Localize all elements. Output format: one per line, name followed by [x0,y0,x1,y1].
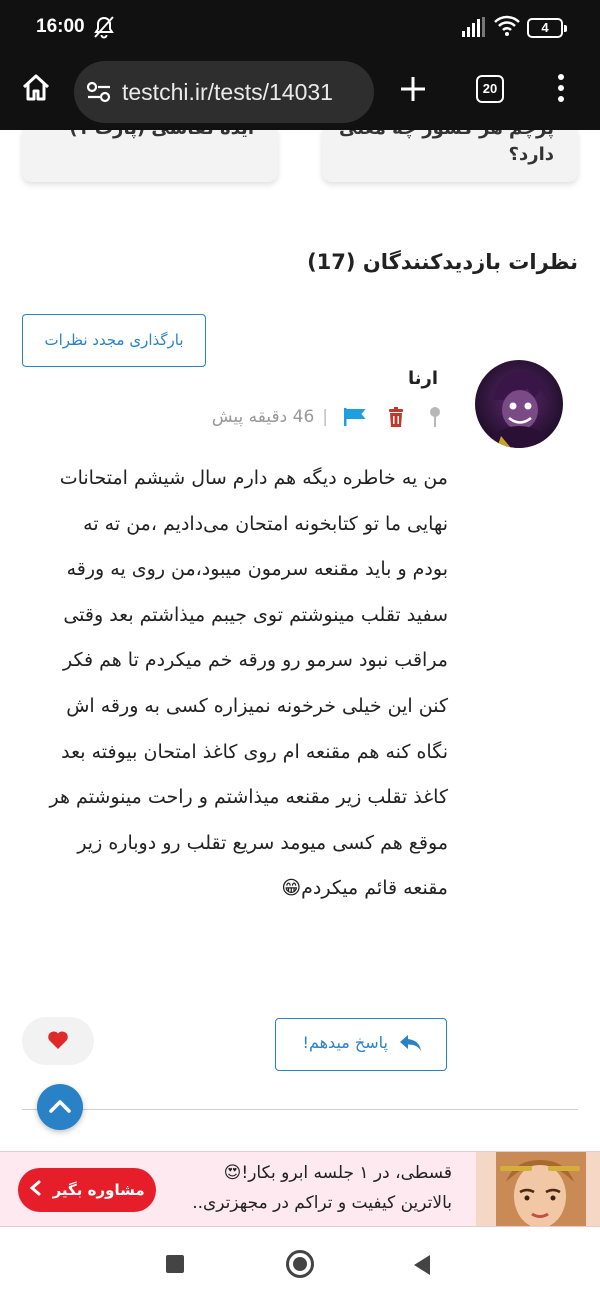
flag-icon[interactable] [344,408,366,430]
browser-toolbar: testchi.ir/tests/14031 20 [0,56,600,130]
pin-icon[interactable] [428,406,442,432]
divider [22,1109,578,1110]
related-test-title: ایده نقاشی (پارت ۱) [34,130,254,142]
bell-off-icon [93,15,115,43]
wifi-icon [494,15,520,41]
ad-cta-label: مشاوره بگیر [52,1181,145,1199]
comment-body: من یه خاطره دیگه هم دارم سال شیشم امتحان… [49,467,448,900]
related-test-title: پرچم هر کشور چه معنی دارد؟ [339,130,554,165]
ad-subline: بالاترین کیفیت و تراکم در مجهزتری.. [192,1193,452,1213]
ad-banner[interactable]: قسطی، در ۱ جلسه ابرو بکار!😍 بالاترین کیف… [0,1151,600,1227]
comment-meta: |46 دقیقه پیش [196,404,446,430]
site-info-icon[interactable] [86,80,112,108]
heart-icon [47,1031,69,1054]
trash-icon[interactable] [388,407,404,431]
reply-arrow-icon [398,1033,424,1059]
home-button[interactable] [286,1250,314,1278]
battery-icon: 4 [527,18,567,38]
system-navigation-bar [0,1228,600,1300]
url-text: testchi.ir/tests/14031 [122,79,333,105]
like-button[interactable] [22,1017,94,1065]
scroll-to-top-button[interactable] [37,1084,83,1130]
new-tab-icon[interactable] [398,74,428,108]
related-test-card[interactable]: ایده نقاشی (پارت ۱) [22,130,278,182]
comment-author: ارنا [407,368,438,389]
ad-cta-button[interactable]: مشاوره بگیر [18,1168,156,1212]
comments-heading: نظرات بازدیدکنندگان (17) [307,250,578,274]
reply-button[interactable]: پاسخ میدهم! [275,1018,447,1071]
avatar [475,360,563,448]
reload-comments-button[interactable]: بارگذاری مجدد نظرات [22,314,206,367]
signal-icon [462,17,486,41]
ad-headline: قسطی، در ۱ جلسه ابرو بکار!😍 [223,1163,452,1183]
home-icon[interactable] [20,72,52,108]
clock: 16:00 [36,16,85,37]
menu-icon[interactable] [556,72,566,108]
reply-label: پاسخ میدهم! [302,1033,388,1052]
back-button[interactable] [412,1254,432,1280]
chevron-left-icon [29,1169,41,1213]
related-test-card[interactable]: پرچم هر کشور چه معنی دارد؟ [322,130,578,182]
recents-button[interactable] [166,1255,184,1273]
address-bar[interactable]: testchi.ir/tests/14031 [74,61,374,123]
ad-image [476,1152,600,1226]
tabs-icon[interactable]: 20 [476,75,504,103]
status-bar: 16:00 4 [0,0,600,56]
comment-timestamp: |46 دقیقه پیش [211,407,328,427]
